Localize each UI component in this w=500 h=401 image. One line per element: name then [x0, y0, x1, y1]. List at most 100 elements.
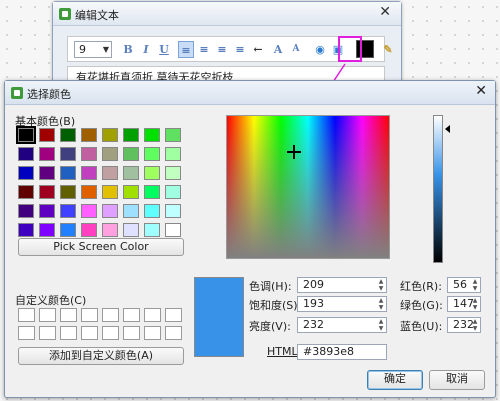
value-input[interactable]: 232 ▲ ▼: [297, 317, 387, 333]
custom-color-slot[interactable]: [102, 326, 119, 340]
color-swatch[interactable]: [39, 128, 55, 142]
color-swatch[interactable]: [123, 204, 139, 218]
color-swatch[interactable]: [144, 166, 160, 180]
color-swatch[interactable]: [165, 128, 181, 142]
custom-color-slot[interactable]: [165, 308, 182, 322]
dialog-title: 选择颜色: [27, 88, 71, 101]
color-swatch[interactable]: [165, 185, 181, 199]
custom-color-slot[interactable]: [144, 308, 161, 322]
pick-screen-color-button[interactable]: Pick Screen Color: [18, 238, 184, 256]
select-color-dialog: 选择颜色 ✕ 基本颜色(B) Pick Screen Color 自定义颜色(C…: [4, 80, 496, 398]
html-value: #3893e8: [303, 345, 354, 358]
html-input[interactable]: #3893e8: [297, 344, 387, 360]
color-swatch[interactable]: [81, 147, 97, 161]
spinner-icon[interactable]: ▲ ▼: [377, 278, 385, 292]
color-swatch[interactable]: [102, 166, 118, 180]
color-swatch[interactable]: [123, 147, 139, 161]
spinner-icon[interactable]: ▲ ▼: [471, 318, 479, 332]
color-swatch[interactable]: [81, 166, 97, 180]
spinner-icon[interactable]: ▲ ▼: [377, 318, 385, 332]
color-swatch[interactable]: [102, 128, 118, 142]
color-swatch[interactable]: [60, 204, 76, 218]
color-swatch[interactable]: [18, 223, 34, 237]
color-spectrum[interactable]: [226, 115, 390, 259]
color-swatch[interactable]: [81, 128, 97, 142]
color-swatch[interactable]: [60, 185, 76, 199]
add-custom-color-button[interactable]: 添加到自定义颜色(A): [18, 347, 184, 365]
color-swatch[interactable]: [102, 204, 118, 218]
color-swatch[interactable]: [39, 185, 55, 199]
color-swatch[interactable]: [39, 204, 55, 218]
color-swatch[interactable]: [144, 223, 160, 237]
cancel-button[interactable]: 取消: [429, 370, 485, 390]
color-swatch[interactable]: [60, 147, 76, 161]
color-swatch[interactable]: [39, 223, 55, 237]
color-swatch[interactable]: [123, 128, 139, 142]
color-swatch[interactable]: [165, 166, 181, 180]
color-swatch[interactable]: [123, 166, 139, 180]
spinner-icon[interactable]: ▲ ▼: [471, 278, 479, 292]
color-swatch[interactable]: [123, 185, 139, 199]
saturation-value: 193: [303, 297, 324, 310]
basic-colors-label: 基本颜色(B): [15, 115, 76, 128]
color-swatch[interactable]: [81, 204, 97, 218]
color-preview: [194, 277, 244, 357]
close-icon[interactable]: ✕: [475, 83, 487, 99]
custom-color-slot[interactable]: [81, 308, 98, 322]
color-swatch[interactable]: [165, 204, 181, 218]
dialog-titlebar: 选择颜色 ✕: [5, 81, 495, 105]
spinner-icon[interactable]: ▲ ▼: [471, 297, 479, 311]
color-swatch[interactable]: [102, 147, 118, 161]
color-swatch[interactable]: [165, 147, 181, 161]
color-swatch[interactable]: [39, 166, 55, 180]
crosshair-icon: [293, 145, 295, 159]
color-swatch[interactable]: [18, 147, 34, 161]
spinner-icon[interactable]: ▲ ▼: [377, 297, 385, 311]
custom-color-slot[interactable]: [18, 326, 35, 340]
red-input[interactable]: 56 ▲ ▼: [447, 277, 481, 293]
red-value: 56: [453, 278, 467, 291]
app-icon: [11, 87, 23, 99]
custom-color-slot[interactable]: [144, 326, 161, 340]
custom-color-slot[interactable]: [123, 308, 140, 322]
hue-label: 色调(H):: [249, 280, 292, 293]
custom-color-slot[interactable]: [18, 308, 35, 322]
ok-button[interactable]: 确定: [367, 370, 423, 390]
color-swatch[interactable]: [60, 128, 76, 142]
luminance-slider[interactable]: [433, 115, 443, 263]
slider-arrow-icon[interactable]: [445, 125, 450, 133]
blue-input[interactable]: 232 ▲ ▼: [447, 317, 481, 333]
blue-label: 蓝色(U):: [400, 320, 443, 333]
color-swatch[interactable]: [102, 185, 118, 199]
custom-color-slot[interactable]: [123, 326, 140, 340]
color-swatch[interactable]: [165, 223, 181, 237]
color-swatch[interactable]: [39, 147, 55, 161]
custom-color-slot[interactable]: [39, 308, 56, 322]
custom-color-slot[interactable]: [60, 308, 77, 322]
value-value: 232: [303, 318, 324, 331]
custom-color-slot[interactable]: [81, 326, 98, 340]
custom-color-slot[interactable]: [39, 326, 56, 340]
value-label: 亮度(V):: [249, 320, 291, 333]
color-swatch[interactable]: [81, 223, 97, 237]
color-swatch[interactable]: [18, 185, 34, 199]
color-swatch[interactable]: [144, 185, 160, 199]
saturation-input[interactable]: 193 ▲ ▼: [297, 296, 387, 312]
color-swatch[interactable]: [144, 147, 160, 161]
color-swatch[interactable]: [81, 185, 97, 199]
color-swatch[interactable]: [102, 223, 118, 237]
color-swatch[interactable]: [60, 166, 76, 180]
color-swatch[interactable]: [60, 223, 76, 237]
color-swatch[interactable]: [18, 166, 34, 180]
color-swatch[interactable]: [123, 223, 139, 237]
custom-color-slot[interactable]: [102, 308, 119, 322]
color-swatch[interactable]: [144, 128, 160, 142]
color-swatch[interactable]: [144, 204, 160, 218]
custom-color-slot[interactable]: [60, 326, 77, 340]
hue-input[interactable]: 209 ▲ ▼: [297, 277, 387, 293]
color-swatch[interactable]: [18, 204, 34, 218]
custom-color-slot[interactable]: [165, 326, 182, 340]
green-input[interactable]: 147 ▲ ▼: [447, 296, 481, 312]
green-label: 绿色(G):: [400, 299, 443, 312]
color-swatch[interactable]: [16, 126, 36, 144]
